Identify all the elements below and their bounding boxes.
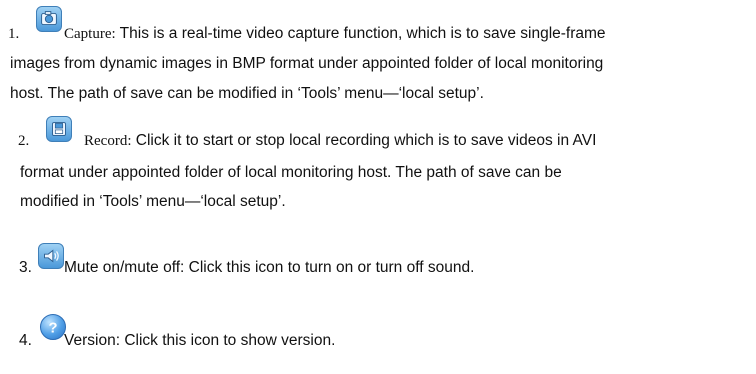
item-3-title: Mute on/mute off: (64, 259, 185, 276)
item-2-line-2: format under appointed folder of local m… (20, 164, 562, 182)
item-2-line-1-text: Record: Click it to start or stop local … (84, 132, 596, 150)
item-3-text-line-1: Click this icon to turn on or turn off s… (184, 259, 475, 276)
item-3-line-1-text: Mute on/mute off: Click this icon to tur… (64, 259, 474, 277)
item-2-title: Record: (84, 133, 132, 149)
speaker-icon (38, 243, 64, 269)
item-2-line-3: modified in ‘Tools’ menu—‘local setup’. (20, 193, 286, 211)
item-4-line-1-text: Version: Click this icon to show version… (64, 332, 335, 350)
item-2-line-1: 2. (18, 132, 29, 150)
help-icon: ? (40, 314, 66, 340)
item-4-title: Version: (64, 332, 121, 349)
item-2-text-line-1: Click it to start or stop local recordin… (131, 132, 597, 149)
item-4-text-line-1: Click this icon to show version. (120, 332, 336, 349)
item-1-number: 1. (8, 26, 20, 42)
item-1-line-3: host. The path of save can be modified i… (10, 85, 484, 103)
item-2-text-line-3: modified in ‘Tools’ menu—‘local setup’. (20, 193, 286, 210)
item-1-text-line-3: host. The path of save can be modified i… (10, 85, 484, 102)
item-2-number: 2. (18, 133, 30, 149)
item-1-line-1: 1. (8, 25, 19, 43)
item-3-line-1: 3. (19, 259, 32, 277)
item-1-title: Capture: (64, 26, 116, 42)
item-1-line-1-text: Capture: This is a real-time video captu… (64, 25, 606, 43)
item-2-text-line-2: format under appointed folder of local m… (20, 164, 562, 181)
item-4-number: 4. (19, 332, 32, 349)
svg-text:?: ? (48, 321, 57, 337)
camera-icon (36, 6, 62, 32)
item-1-text-line-2: images from dynamic images in BMP format… (10, 55, 604, 72)
item-3-number: 3. (19, 259, 32, 276)
record-icon (46, 116, 72, 142)
item-4-line-1: 4. (19, 332, 32, 350)
item-1-text-line-1: This is a real-time video capture functi… (115, 25, 606, 42)
item-1-line-2: images from dynamic images in BMP format… (10, 55, 603, 73)
